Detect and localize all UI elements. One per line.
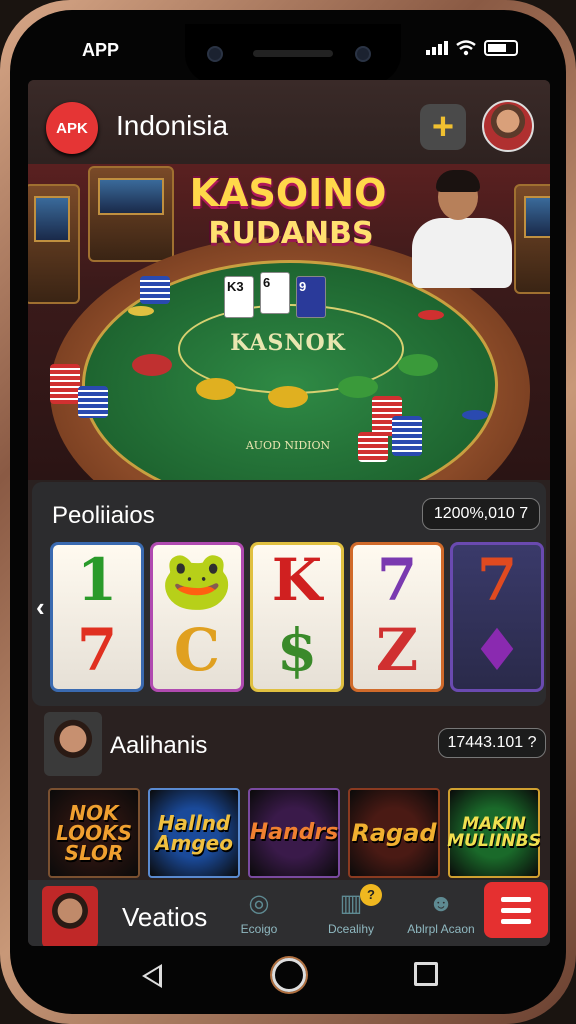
wifi-icon <box>456 40 476 56</box>
game-tile[interactable]: Ragad <box>348 788 440 878</box>
home-icon[interactable] <box>272 958 306 992</box>
reel-symbol-bottom: Z <box>375 616 419 684</box>
nav-item-dcealihy[interactable]: ▥ ? Dcealihy <box>306 884 396 936</box>
camera-icon <box>207 46 223 62</box>
dealer-figure <box>404 170 524 314</box>
app-header: APK Indonisia + <box>28 80 550 164</box>
game-tile[interactable]: MAKIN MULIINBS <box>447 788 541 878</box>
reel-symbol-top: 1 <box>76 546 118 614</box>
profile-avatar[interactable] <box>482 100 534 152</box>
hero-title: KASOINO <box>189 171 387 215</box>
reel-symbol-bottom: $ <box>276 616 318 684</box>
bet-spot <box>398 354 438 376</box>
target-icon: ◎ <box>248 890 270 917</box>
chip-stack <box>50 364 80 404</box>
chip-stack <box>392 416 422 456</box>
game-tile-label: Handrs <box>249 820 339 845</box>
add-button[interactable]: + <box>420 104 466 150</box>
nav-item-ablrpl-acaon[interactable]: ☻ Ablrpl Acaon <box>396 890 486 936</box>
game-tile-label: MAKIN MULIINBS <box>447 814 541 851</box>
signal-icon <box>426 41 448 55</box>
app-screen: APK Indonisia + KASOINO RUDANBS K3 6 9 K… <box>28 80 550 946</box>
bet-spot <box>268 386 308 408</box>
hamburger-icon <box>501 896 531 902</box>
recents-icon[interactable] <box>414 962 438 986</box>
slot-reel[interactable]: 7 Z <box>350 542 444 692</box>
sensor-icon <box>355 46 371 62</box>
slot-reel[interactable]: 1 7 <box>50 542 144 692</box>
prev-arrow-icon[interactable]: ‹ <box>36 592 45 623</box>
hero-banner[interactable]: KASOINO RUDANBS K3 6 9 KASNOK AUOD NIDIO… <box>28 164 550 480</box>
slot-reel[interactable]: 7 ♦ <box>450 542 544 692</box>
slots-panel-title: Peoliiaios <box>52 502 155 529</box>
slots-panel: Peoliiaios 1200%,010 7 ‹ › 1 7 🐸 C K $ 7 <box>32 482 546 706</box>
game-tile-label: NOK LOOKS SLOR <box>56 801 132 865</box>
game-tile-label: Ragad <box>351 819 437 847</box>
chip-stack <box>140 276 170 304</box>
chip-stack <box>78 386 108 418</box>
games-strip: NOK LOOKS SLOR Hallnd Amgeo Handrs Ragad… <box>48 788 541 878</box>
chip <box>462 410 488 420</box>
slot-machine-back <box>88 166 174 262</box>
reel-symbol-bottom: C <box>173 616 221 684</box>
game-tile-label: Hallnd Amgeo <box>155 811 233 855</box>
players-section: Aalihanis 17443.101 ? <box>28 708 550 786</box>
status-bar: APP <box>10 10 566 88</box>
nav-item-label: Dcealihy <box>327 922 375 936</box>
player-avatar[interactable] <box>44 712 102 776</box>
nav-item-label: Ecoigo <box>240 922 278 936</box>
bottom-nav: Veatios ◎ Ecoigo ▥ ? Dcealihy ☻ Ablrpl A… <box>28 880 550 946</box>
table-label: KASNOK <box>230 330 346 356</box>
slot-reel[interactable]: K $ <box>250 542 344 692</box>
bet-spot <box>196 378 236 400</box>
players-title: Aalihanis <box>110 732 208 759</box>
people-icon: ☻ <box>428 890 454 917</box>
reel-symbol-top: 🐸 <box>160 546 234 614</box>
chip <box>418 310 444 320</box>
bet-spot <box>132 354 172 376</box>
slot-machine-left <box>28 184 80 304</box>
playing-card: 6 <box>260 272 290 314</box>
bet-spot <box>338 376 378 398</box>
speaker-grille <box>253 50 333 57</box>
system-nav-bar <box>10 950 566 1014</box>
status-app-label: APP <box>82 40 120 60</box>
game-tile[interactable]: Hallnd Amgeo <box>148 788 240 878</box>
slots-amount: 1200%,010 7 <box>422 498 540 530</box>
reel-symbol-bottom: ♦ <box>471 616 523 684</box>
reel-symbol-top: 7 <box>376 546 418 614</box>
user-avatar[interactable] <box>42 886 98 946</box>
battery-icon <box>484 40 518 56</box>
back-icon[interactable] <box>142 964 162 988</box>
user-name: Veatios <box>122 902 208 932</box>
phone-screen: APP APK Indonisia + KASOINO RUDANBS K3 6… <box>10 10 566 1014</box>
chip <box>128 306 154 316</box>
status-icons <box>426 40 518 56</box>
reel-symbol-bottom: 7 <box>76 616 118 684</box>
game-tile[interactable]: Handrs <box>248 788 340 878</box>
apk-badge[interactable]: APK <box>46 102 98 154</box>
header-title: Indonisia <box>116 110 229 141</box>
menu-button[interactable] <box>484 882 548 938</box>
slot-reel[interactable]: 🐸 C <box>150 542 244 692</box>
notification-badge: ? <box>360 884 382 906</box>
players-amount: 17443.101 ? <box>438 728 546 758</box>
chip-stack <box>358 432 388 462</box>
playing-card: 9 <box>296 276 326 318</box>
phone-frame: APP APK Indonisia + KASOINO RUDANBS K3 6… <box>0 0 576 1024</box>
nav-item-label: Ablrpl Acaon <box>407 922 475 936</box>
reel-symbol-top: K <box>271 546 323 614</box>
notch <box>185 24 401 84</box>
game-tile[interactable]: NOK LOOKS SLOR <box>48 788 140 878</box>
table-bottom-text: AUOD NIDION <box>245 439 331 452</box>
playing-card: K3 <box>224 276 254 318</box>
nav-item-ecoigo[interactable]: ◎ Ecoigo <box>214 890 304 936</box>
reel-symbol-top: 7 <box>476 546 518 614</box>
hero-subtitle: RUDANBS <box>208 216 374 251</box>
